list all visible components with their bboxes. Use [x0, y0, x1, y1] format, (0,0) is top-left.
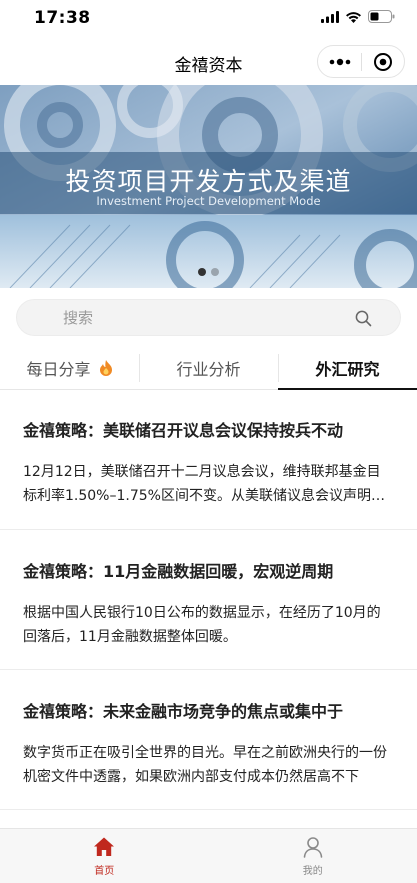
tab-label: 行业分析: [176, 359, 241, 379]
article-summary: 12月12日，美联储召开十二月议息会议，维持联邦基金目标利率1.50%–1.75…: [23, 464, 385, 504]
tabbar-label: 我的: [302, 866, 323, 877]
home-icon: [94, 837, 115, 856]
article-title: 金禧策略：未来金融市场竞争的焦点或集中于: [23, 702, 344, 721]
tab-forex-research[interactable]: 外汇研究: [278, 346, 417, 390]
close-button[interactable]: [362, 46, 404, 77]
article-item[interactable]: 金禧策略：11月金融数据回暖，宏观逆周期 根据中国人民银行10日公布的数据显示，…: [0, 530, 417, 670]
status-bar: 17:38: [0, 0, 417, 40]
search-bar[interactable]: [16, 299, 401, 336]
search-input[interactable]: [63, 300, 343, 335]
close-circle-icon: [373, 52, 392, 71]
carousel-indicator: [0, 268, 417, 276]
miniprogram-capsule: [317, 45, 405, 78]
wifi-icon: [346, 11, 361, 23]
article-title: 金禧策略：美联储召开议息会议保持按兵不动: [23, 421, 344, 440]
more-icon: [329, 58, 350, 65]
more-button[interactable]: [318, 46, 361, 77]
tab-industry-analysis[interactable]: 行业分析: [139, 346, 278, 389]
tabbar-item-home[interactable]: 首页: [0, 829, 209, 883]
article-summary: 数字货币正在吸引全世界的目光。早在之前欧洲央行的一份机密文件中透露，如果欧洲内部…: [23, 745, 387, 785]
bottom-tab-bar: 首页 我的: [0, 828, 417, 883]
tab-label: 外汇研究: [315, 359, 380, 379]
fire-icon: [99, 359, 112, 376]
nav-bar: 金禧资本: [0, 40, 417, 84]
banner-subtitle: Investment Project Development Mode: [96, 194, 321, 208]
banner-carousel[interactable]: 投资项目开发方式及渠道 Investment Project Developme…: [0, 85, 417, 288]
signal-icon: [321, 10, 339, 23]
article-summary: 根据中国人民银行10日公布的数据显示，在经历了10月的回落后，11月金融数据整体…: [23, 605, 381, 645]
status-icons: [321, 10, 395, 23]
user-icon: [303, 837, 323, 858]
category-tabs: 每日分享 行业分析 外汇研究: [0, 346, 417, 390]
tab-label: 每日分享: [26, 359, 91, 379]
search-icon[interactable]: [355, 310, 372, 327]
status-time: 17:38: [34, 8, 91, 28]
tab-daily-share[interactable]: 每日分享: [0, 346, 139, 389]
article-item[interactable]: 金禧策略：未来金融市场竞争的焦点或集中于 数字货币正在吸引全世界的目光。早在之前…: [0, 670, 417, 810]
article-title: 金禧策略：11月金融数据回暖，宏观逆周期: [23, 562, 334, 581]
banner-title: 投资项目开发方式及渠道: [65, 167, 352, 196]
carousel-dot-active[interactable]: [198, 268, 206, 276]
tabbar-label: 首页: [94, 866, 115, 877]
tabbar-item-profile[interactable]: 我的: [209, 829, 417, 883]
carousel-dot[interactable]: [211, 268, 219, 276]
article-item[interactable]: 金禧策略：美联储召开议息会议保持按兵不动 12月12日，美联储召开十二月议息会议…: [0, 390, 417, 530]
battery-icon: [368, 10, 395, 23]
